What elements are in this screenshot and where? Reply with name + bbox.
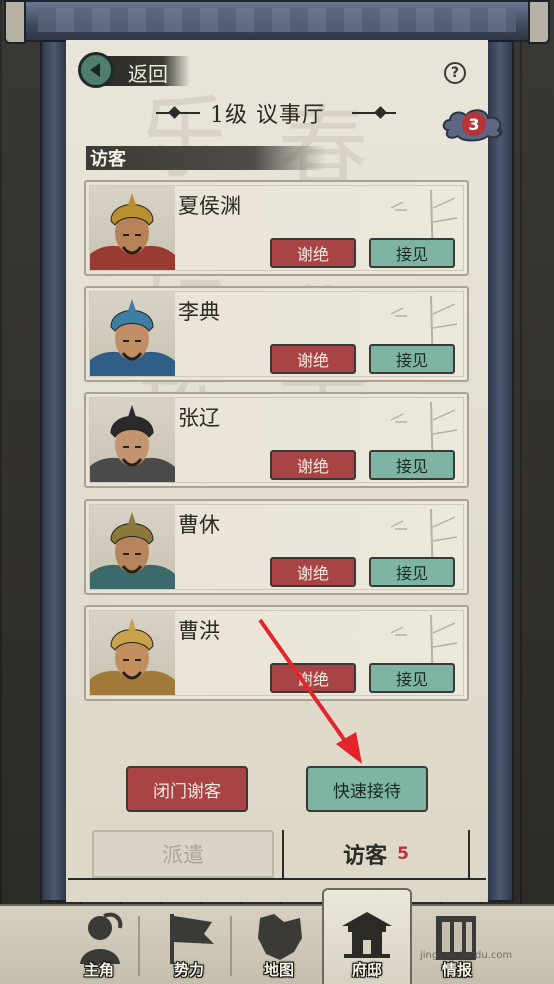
tab-dispatch[interactable]: 派遣 <box>92 830 274 878</box>
nav-label: 情报 <box>441 961 472 979</box>
flag-icon <box>170 914 214 964</box>
scroll-border-right <box>486 40 514 902</box>
nav-item-map[interactable]: 地图 <box>234 904 324 984</box>
visitor-name: 李典 <box>178 300 220 324</box>
scroll-border-left <box>40 40 68 902</box>
receive-button[interactable]: 接见 <box>369 663 455 693</box>
scroll-cap-right <box>528 0 550 44</box>
nav-item-intel[interactable]: 情报 <box>412 904 502 984</box>
refuse-button[interactable]: 谢绝 <box>270 238 356 268</box>
nav-item-mansion[interactable]: 府邸 <box>322 904 412 984</box>
hero-icon <box>80 912 123 964</box>
receive-button[interactable]: 接见 <box>369 557 455 587</box>
scroll-top-rod <box>22 0 532 42</box>
receive-button[interactable]: 接见 <box>369 238 455 268</box>
nav-label: 主角 <box>83 961 114 979</box>
visitor-name: 曹洪 <box>178 619 220 643</box>
nav-item-faction[interactable]: 势力 <box>144 904 234 984</box>
refuse-button[interactable]: 谢绝 <box>270 557 356 587</box>
visitor-name: 张辽 <box>178 406 220 430</box>
avatar[interactable] <box>89 504 175 590</box>
tab-visitor[interactable]: 访客 5 <box>282 830 470 878</box>
close-door-button[interactable]: 闭门谢客 <box>126 766 248 812</box>
page-title: 1级 议事厅 <box>210 103 325 128</box>
quick-receive-button[interactable]: 快速接待 <box>306 766 428 812</box>
receive-button[interactable]: 接见 <box>369 344 455 374</box>
scroll-cap-left <box>4 0 26 44</box>
nav-item-hero[interactable]: 主角 <box>54 904 144 984</box>
visitor-card: 曹休 谢绝 接见 <box>84 499 469 595</box>
nav-label: 地图 <box>263 961 294 979</box>
visitor-name: 曹休 <box>178 513 220 537</box>
tabs-baseline <box>68 878 486 880</box>
back-button[interactable] <box>78 52 114 88</box>
visitor-card: 张辽 谢绝 接见 <box>84 392 469 488</box>
visitor-name: 夏侯渊 <box>178 194 241 218</box>
general-portrait-icon <box>89 405 175 483</box>
map-icon <box>258 914 302 960</box>
general-portrait-icon <box>89 299 175 377</box>
general-portrait-icon <box>89 512 175 590</box>
notification-badge[interactable]: 3 <box>462 112 486 136</box>
arrow-left-icon <box>90 63 100 77</box>
general-portrait-icon <box>89 618 175 696</box>
avatar[interactable] <box>89 291 175 377</box>
visitor-card: 夏侯渊 谢绝 接见 <box>84 180 469 276</box>
avatar[interactable] <box>89 610 175 696</box>
section-label: 访客 <box>90 149 126 170</box>
help-icon[interactable]: ? <box>444 62 466 84</box>
refuse-button[interactable]: 谢绝 <box>270 450 356 480</box>
visitor-card: 李典 谢绝 接见 <box>84 286 469 382</box>
nav-label: 势力 <box>173 961 204 979</box>
tab-visitor-label: 访客 <box>343 844 388 869</box>
watermark: jingyan.baidu.com <box>420 950 513 961</box>
avatar[interactable] <box>89 185 175 271</box>
back-label[interactable]: 返回 <box>128 58 168 87</box>
refuse-button[interactable]: 谢绝 <box>270 344 356 374</box>
red-arrow-annotation <box>258 618 362 764</box>
nav-label: 府邸 <box>351 961 382 979</box>
receive-button[interactable]: 接见 <box>369 450 455 480</box>
avatar[interactable] <box>89 397 175 483</box>
visitor-count-badge: 5 <box>397 844 409 864</box>
general-portrait-icon <box>89 193 175 271</box>
tab-dispatch-label: 派遣 <box>162 843 204 867</box>
mansion-icon <box>342 912 392 958</box>
